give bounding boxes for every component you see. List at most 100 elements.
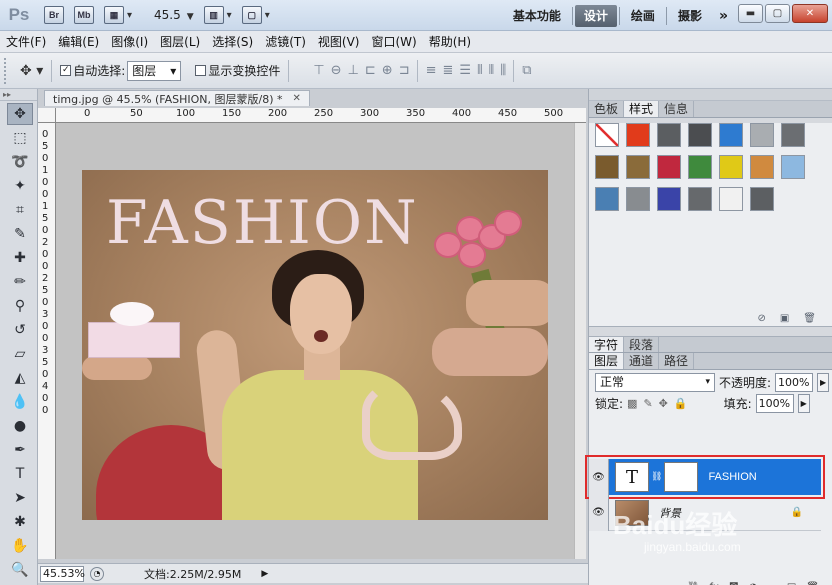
align-vcenter-icon[interactable]: ⊖ bbox=[331, 63, 342, 78]
style-swatch[interactable] bbox=[719, 123, 743, 147]
style-swatch[interactable] bbox=[595, 187, 619, 211]
style-swatch[interactable] bbox=[688, 123, 712, 147]
tab-paths[interactable]: 路径 bbox=[659, 353, 695, 369]
panel-dock-header[interactable] bbox=[589, 89, 832, 101]
distribute-hcenter-icon[interactable]: ⦀ bbox=[489, 63, 495, 78]
distribute-top-icon[interactable]: ≡ bbox=[426, 63, 437, 78]
options-grip[interactable] bbox=[4, 57, 10, 84]
menu-filter[interactable]: 滤镜(T) bbox=[259, 31, 312, 53]
fill-slider-toggle[interactable]: ▶ bbox=[797, 393, 810, 413]
menu-view[interactable]: 视图(V) bbox=[312, 31, 366, 53]
layer-mask-thumbnail[interactable] bbox=[664, 462, 699, 492]
path-selection-tool-icon[interactable]: ➤ bbox=[7, 487, 33, 509]
style-swatch[interactable] bbox=[719, 155, 743, 179]
tab-info[interactable]: 信息 bbox=[659, 101, 695, 117]
show-transform-checkbox[interactable]: 显示变换控件 bbox=[195, 62, 280, 79]
style-swatch[interactable] bbox=[595, 123, 619, 147]
eyedropper-tool-icon[interactable]: ✎ bbox=[7, 223, 33, 245]
auto-select-target-dropdown[interactable]: 图层 ▾ bbox=[127, 60, 182, 81]
brush-tool-icon[interactable]: ✏ bbox=[7, 271, 33, 293]
style-swatch[interactable] bbox=[626, 187, 650, 211]
style-swatch[interactable] bbox=[688, 155, 712, 179]
lock-image-icon[interactable]: ✎ bbox=[643, 397, 652, 410]
style-swatch[interactable] bbox=[750, 123, 774, 147]
distribute-right-icon[interactable]: ⫼ bbox=[500, 63, 506, 78]
style-swatch[interactable] bbox=[657, 123, 681, 147]
healing-brush-tool-icon[interactable]: ✚ bbox=[7, 247, 33, 269]
tab-character[interactable]: 字符 bbox=[589, 337, 625, 352]
status-info-icon[interactable]: ◔ bbox=[90, 566, 104, 581]
align-top-icon[interactable]: ⊤ bbox=[313, 63, 324, 78]
eraser-tool-icon[interactable]: ▱ bbox=[7, 343, 33, 365]
menu-file[interactable]: 文件(F) bbox=[0, 31, 52, 53]
horizontal-ruler[interactable]: 0 50 100 150 200 250 300 350 400 450 500 bbox=[56, 108, 586, 123]
style-swatch[interactable] bbox=[626, 123, 650, 147]
auto-select-checkbox[interactable]: ✓ 自动选择: bbox=[60, 62, 125, 79]
paint-bucket-tool-icon[interactable]: ◭ bbox=[7, 367, 33, 389]
type-tool-icon[interactable]: T bbox=[7, 463, 33, 485]
eye-icon[interactable]: 👁 bbox=[589, 459, 609, 495]
align-hcenter-icon[interactable]: ⊕ bbox=[382, 63, 393, 78]
canvas-pasteboard[interactable]: FASHION bbox=[56, 123, 586, 559]
no-style-icon[interactable]: ⊘ bbox=[757, 313, 765, 324]
trash-icon[interactable]: 🗑 bbox=[803, 313, 816, 324]
tab-layers[interactable]: 图层 bbox=[589, 353, 625, 369]
minimize-button[interactable]: ▬ bbox=[738, 4, 763, 23]
ruler-origin[interactable] bbox=[38, 108, 56, 123]
move-tool-preset[interactable]: ✥ ▾ bbox=[20, 63, 43, 79]
style-swatch[interactable] bbox=[719, 187, 743, 211]
close-icon[interactable]: ✕ bbox=[293, 93, 301, 104]
marquee-tool-icon[interactable]: ⬚ bbox=[7, 127, 33, 149]
menu-layer[interactable]: 图层(L) bbox=[154, 31, 206, 53]
dodge-tool-icon[interactable]: ● bbox=[7, 415, 33, 437]
link-icon[interactable]: ⛓ bbox=[651, 472, 662, 482]
style-swatch[interactable] bbox=[781, 155, 805, 179]
quick-select-tool-icon[interactable]: ✦ bbox=[7, 175, 33, 197]
hand-tool-icon[interactable]: ✋ bbox=[7, 535, 33, 557]
style-swatch[interactable] bbox=[750, 187, 774, 211]
more-workspaces-button[interactable]: » bbox=[711, 8, 736, 24]
tab-swatches[interactable]: 色板 bbox=[589, 101, 625, 117]
distribute-left-icon[interactable]: ⫴ bbox=[477, 63, 483, 78]
arrange-documents-button[interactable]: ▥ ▾ bbox=[203, 5, 232, 25]
document-image[interactable]: FASHION bbox=[82, 170, 548, 520]
crop-tool-icon[interactable]: ⌗ bbox=[7, 199, 33, 221]
maximize-button[interactable]: ▢ bbox=[765, 4, 790, 23]
layer-row-fashion[interactable]: 👁 T ⛓ FASHION bbox=[585, 455, 825, 499]
screen-mode-button[interactable]: ▢ ▾ bbox=[241, 5, 270, 25]
vertical-scrollbar[interactable] bbox=[574, 123, 586, 559]
new-style-icon[interactable]: ▣ bbox=[780, 313, 789, 324]
style-swatch[interactable] bbox=[657, 187, 681, 211]
zoom-tool-icon[interactable]: 🔍 bbox=[7, 559, 33, 581]
distribute-vcenter-icon[interactable]: ≣ bbox=[443, 63, 454, 78]
style-swatch[interactable] bbox=[688, 187, 712, 211]
workspace-essentials[interactable]: 基本功能 bbox=[504, 5, 570, 27]
zoom-level-dropdown[interactable]: 45.5 ▼ bbox=[154, 8, 194, 22]
auto-align-button[interactable]: ⧉ bbox=[522, 63, 531, 78]
style-swatch[interactable] bbox=[657, 155, 681, 179]
lock-all-icon[interactable]: 🔒 bbox=[674, 397, 688, 410]
close-button[interactable]: ✕ bbox=[792, 4, 828, 23]
opacity-slider-toggle[interactable]: ▶ bbox=[817, 372, 830, 392]
fill-input[interactable]: 100% bbox=[755, 393, 794, 413]
align-bottom-icon[interactable]: ⊥ bbox=[348, 63, 359, 78]
menu-select[interactable]: 选择(S) bbox=[206, 31, 259, 53]
tools-collapse-arrows[interactable]: ▸▸ bbox=[0, 89, 37, 101]
workspace-design[interactable]: 设计 bbox=[574, 5, 617, 27]
blend-mode-dropdown[interactable]: 正常 ▾ bbox=[595, 372, 715, 392]
opacity-input[interactable]: 100% bbox=[775, 372, 814, 392]
bridge-button[interactable]: Br bbox=[44, 5, 64, 25]
blur-tool-icon[interactable]: 💧 bbox=[7, 391, 33, 413]
menu-help[interactable]: 帮助(H) bbox=[423, 31, 477, 53]
menu-window[interactable]: 窗口(W) bbox=[365, 31, 422, 53]
distribute-bottom-icon[interactable]: ☰ bbox=[459, 63, 471, 78]
menu-edit[interactable]: 编辑(E) bbox=[52, 31, 105, 53]
history-brush-tool-icon[interactable]: ↺ bbox=[7, 319, 33, 341]
align-right-icon[interactable]: ⊐ bbox=[399, 63, 410, 78]
style-swatch[interactable] bbox=[626, 155, 650, 179]
shape-tool-icon[interactable]: ✱ bbox=[7, 511, 33, 533]
move-tool-icon[interactable]: ✥ bbox=[7, 103, 33, 125]
style-swatch[interactable] bbox=[595, 155, 619, 179]
status-menu-arrow-icon[interactable]: ▶ bbox=[261, 569, 268, 579]
view-extras-button[interactable]: ▦ ▾ bbox=[104, 5, 132, 25]
